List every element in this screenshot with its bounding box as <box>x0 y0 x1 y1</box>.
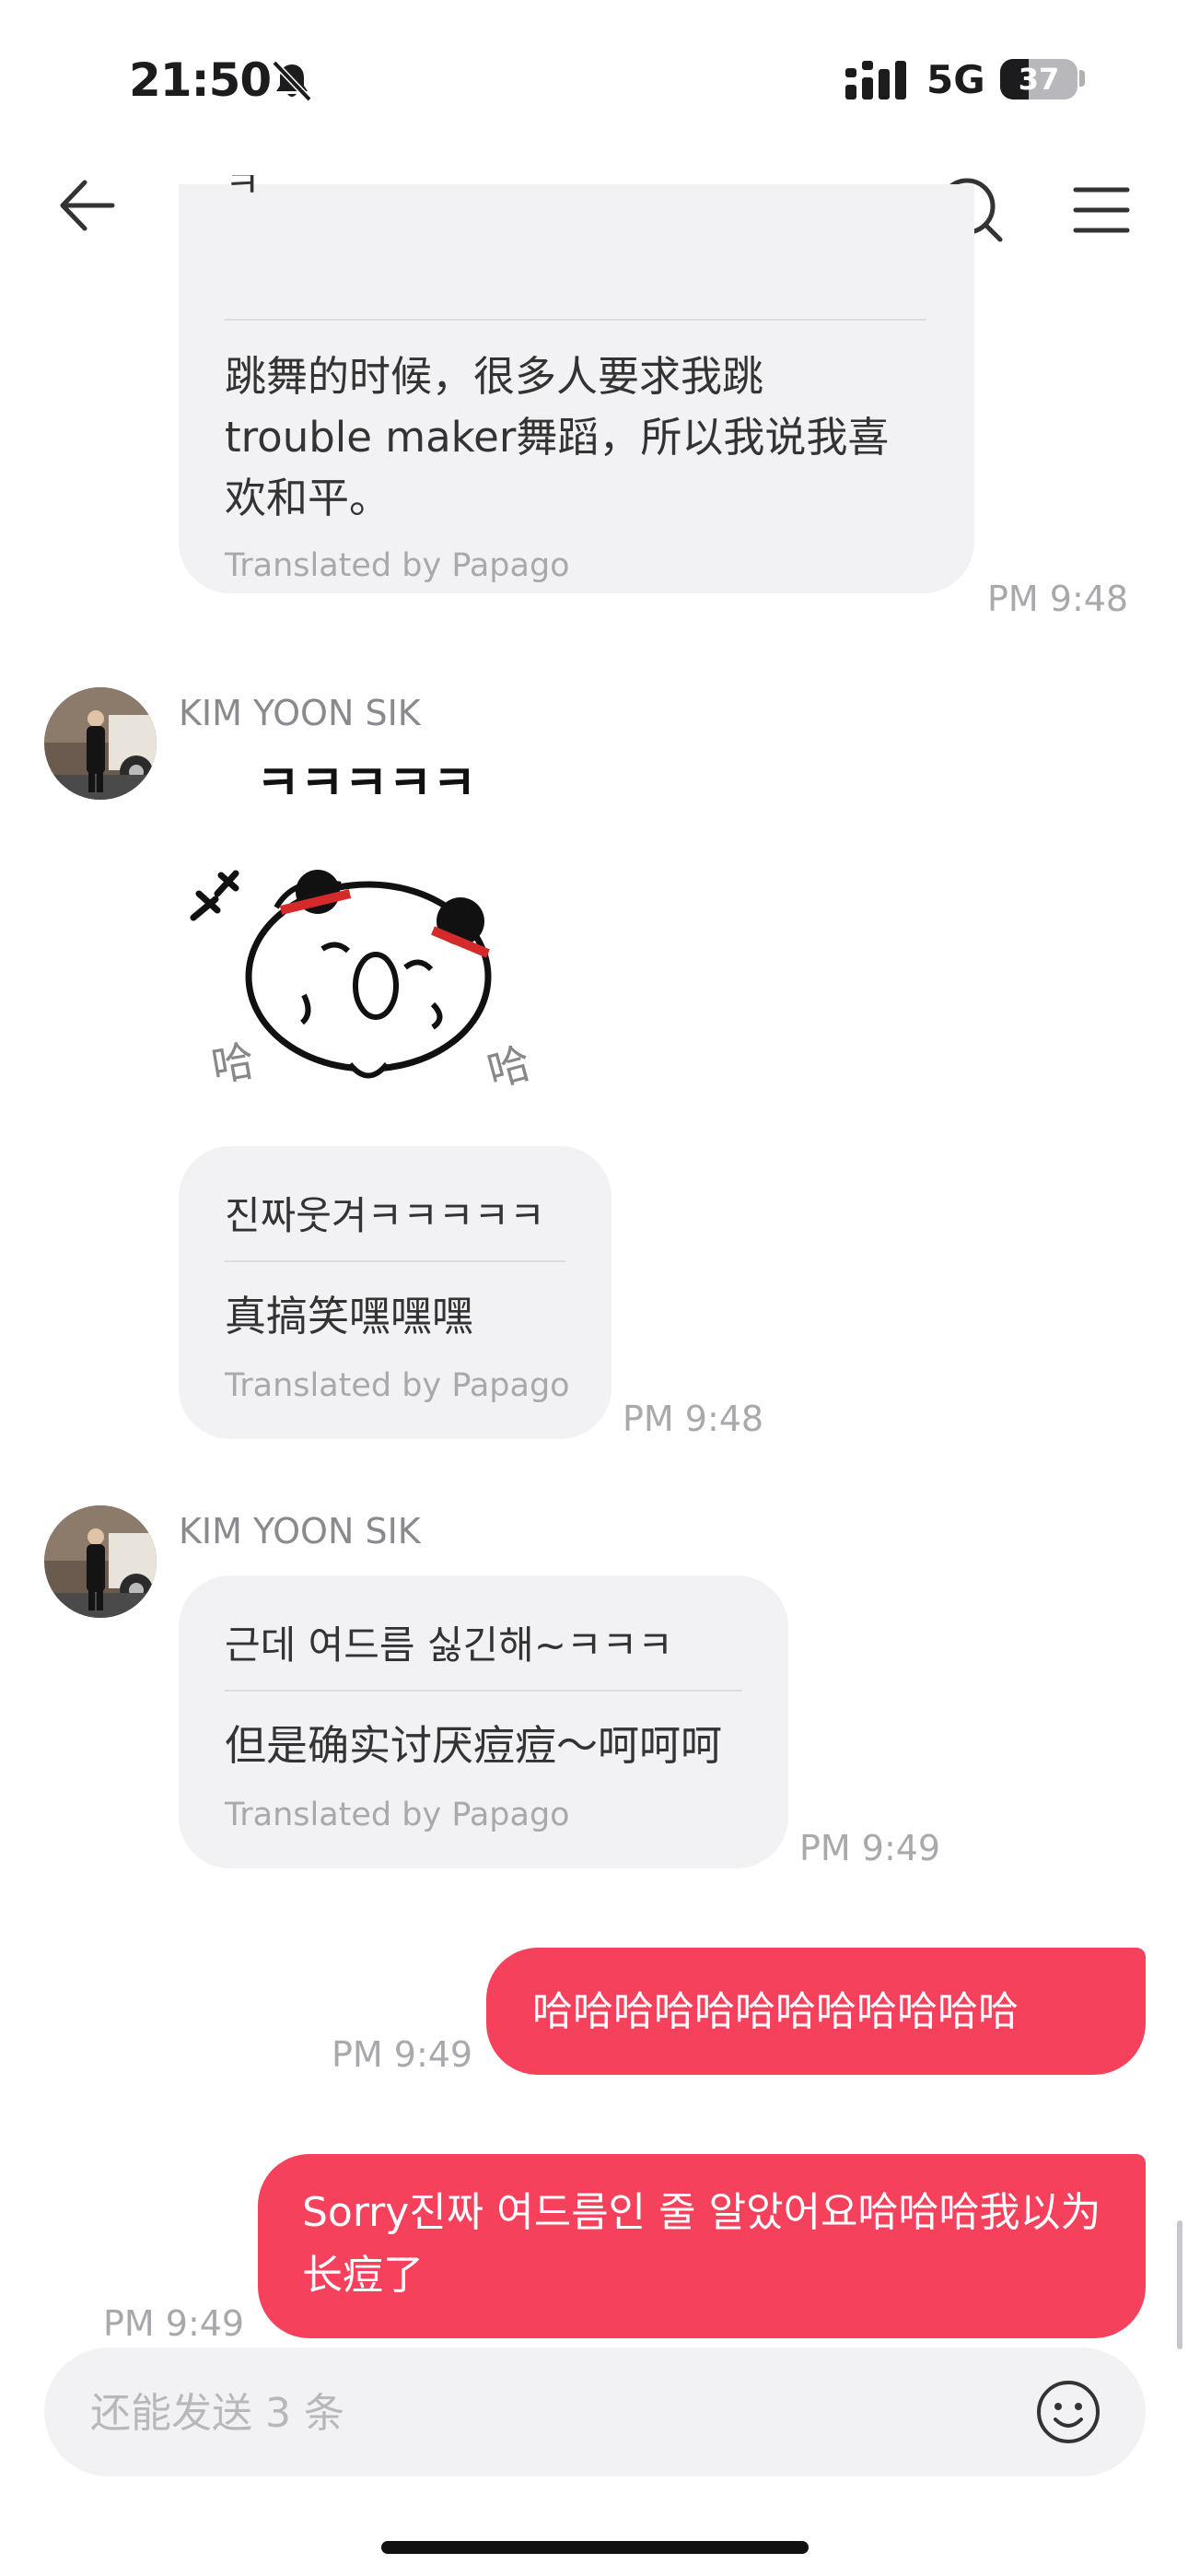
papago-attribution: Translated by Papago <box>225 1797 570 1833</box>
message-time: PM 9:49 <box>799 1828 941 1868</box>
incoming-message-bubble[interactable]: ㅋㅋ 跳舞的时候，很多人要求我跳 trouble maker舞蹈，所以我说我喜欢… <box>179 175 974 593</box>
avatar-photo <box>44 687 157 800</box>
outgoing-message-bubble[interactable]: Sorry진짜 여드름인 줄 알았어요哈哈哈我以为长痘了 <box>258 2154 1146 2338</box>
emoji-icon[interactable] <box>1035 2379 1101 2445</box>
papago-attribution: Translated by Papago <box>225 1367 570 1404</box>
battery-tip <box>1079 70 1085 87</box>
sender-name: KIM YOON SIK <box>179 693 421 733</box>
translated-text: 真搞笑嘿嘿嘿 <box>225 1292 474 1341</box>
outgoing-message-bubble[interactable]: 哈哈哈哈哈哈哈哈哈哈哈哈 <box>486 1948 1146 2075</box>
laughing-sticker[interactable]: ㅋㅋㅋㅋㅋ 哈 哈 <box>184 746 553 1115</box>
menu-icon[interactable] <box>1072 181 1131 240</box>
incoming-message-bubble[interactable]: 진짜웃겨ㅋㅋㅋㅋㅋ 真搞笑嘿嘿嘿 Translated by Papago <box>179 1146 611 1439</box>
message-text: Sorry진짜 여드름인 줄 알았어요哈哈哈我以为长痘了 <box>302 2189 1101 2299</box>
sticker-text: ㅋㅋㅋㅋㅋ <box>256 756 476 812</box>
signal-icon <box>845 61 906 100</box>
sticker-text: 哈 <box>482 1037 535 1096</box>
translation-divider <box>225 1260 565 1262</box>
message-time: PM 9:48 <box>623 1399 764 1439</box>
message-text: 哈哈哈哈哈哈哈哈哈哈哈哈 <box>532 1988 1019 2035</box>
bell-slash-icon <box>272 61 312 101</box>
avatar[interactable] <box>44 687 157 800</box>
network-type: 5G <box>926 57 985 102</box>
avatar-photo <box>44 1505 157 1618</box>
sender-name: KIM YOON SIK <box>179 1511 421 1551</box>
message-input-bar <box>44 2348 1146 2478</box>
original-text: 근데 여드름 싫긴해~ㅋㅋㅋ <box>225 1622 673 1668</box>
message-time: PM 9:49 <box>332 2034 473 2075</box>
original-text: 진짜웃겨ㅋㅋㅋㅋㅋ <box>225 1193 545 1238</box>
message-time: PM 9:48 <box>987 579 1129 619</box>
translated-text: 跳舞的时候，很多人要求我跳 trouble maker舞蹈，所以我说我喜欢和平。 <box>225 352 890 522</box>
incoming-message-bubble[interactable]: 근데 여드름 싫긴해~ㅋㅋㅋ 但是确实讨厌痘痘～呵呵呵 Translated b… <box>179 1575 788 1868</box>
scroll-indicator[interactable] <box>1177 2220 1182 2349</box>
sticker-text: 哈 <box>208 1036 259 1092</box>
translation-divider <box>225 319 926 321</box>
message-input[interactable] <box>88 2348 1013 2478</box>
original-text-cut: ㅋㅋ <box>225 175 280 195</box>
translated-text: 但是确实讨厌痘痘～呵呵呵 <box>225 1721 723 1770</box>
battery-icon: 37 <box>1000 59 1077 100</box>
home-indicator[interactable] <box>381 2541 809 2554</box>
status-time: 21:50 <box>129 53 272 107</box>
translation-divider <box>225 1690 742 1692</box>
battery-level: 37 <box>1018 62 1060 97</box>
papago-attribution: Translated by Papago <box>225 547 570 584</box>
message-time: PM 9:49 <box>103 2303 245 2344</box>
avatar[interactable] <box>44 1505 157 1618</box>
